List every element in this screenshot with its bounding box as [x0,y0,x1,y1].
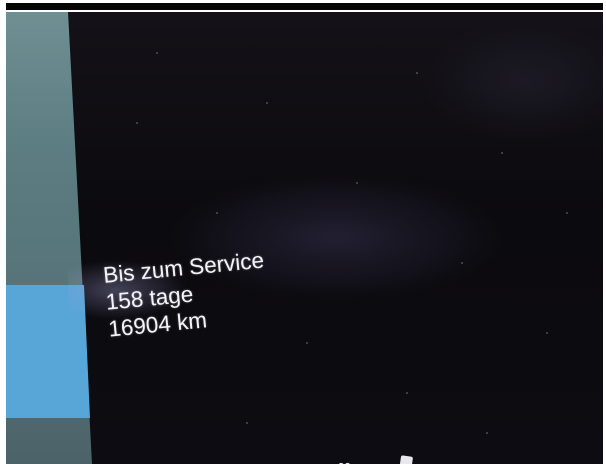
dust-speck [306,342,308,344]
service-info: Bis zum Service 158 tage 16904 km [102,247,270,343]
dust-speck [156,52,158,54]
infinity-like-icon[interactable]: ∞ [336,456,353,464]
dust-speck [501,152,503,154]
dust-speck [486,432,488,434]
infotainment-screen: Bis zum Service 158 tage 16904 km ∞ [6,12,603,464]
bezel-top-edge [6,3,603,10]
dust-speck [266,102,268,104]
dust-speck [566,212,568,214]
dust-speck [461,262,463,264]
dust-speck [216,212,218,214]
dust-speck [416,72,418,74]
dust-speck [246,422,248,424]
dust-speck [356,182,358,184]
bottom-icon-strip: ∞ [336,450,426,464]
dust-speck [546,332,548,334]
cup-icon[interactable] [398,455,414,464]
photo-frame: Bis zum Service 158 tage 16904 km ∞ [0,0,606,464]
dust-speck [136,122,138,124]
dust-speck [406,392,408,394]
